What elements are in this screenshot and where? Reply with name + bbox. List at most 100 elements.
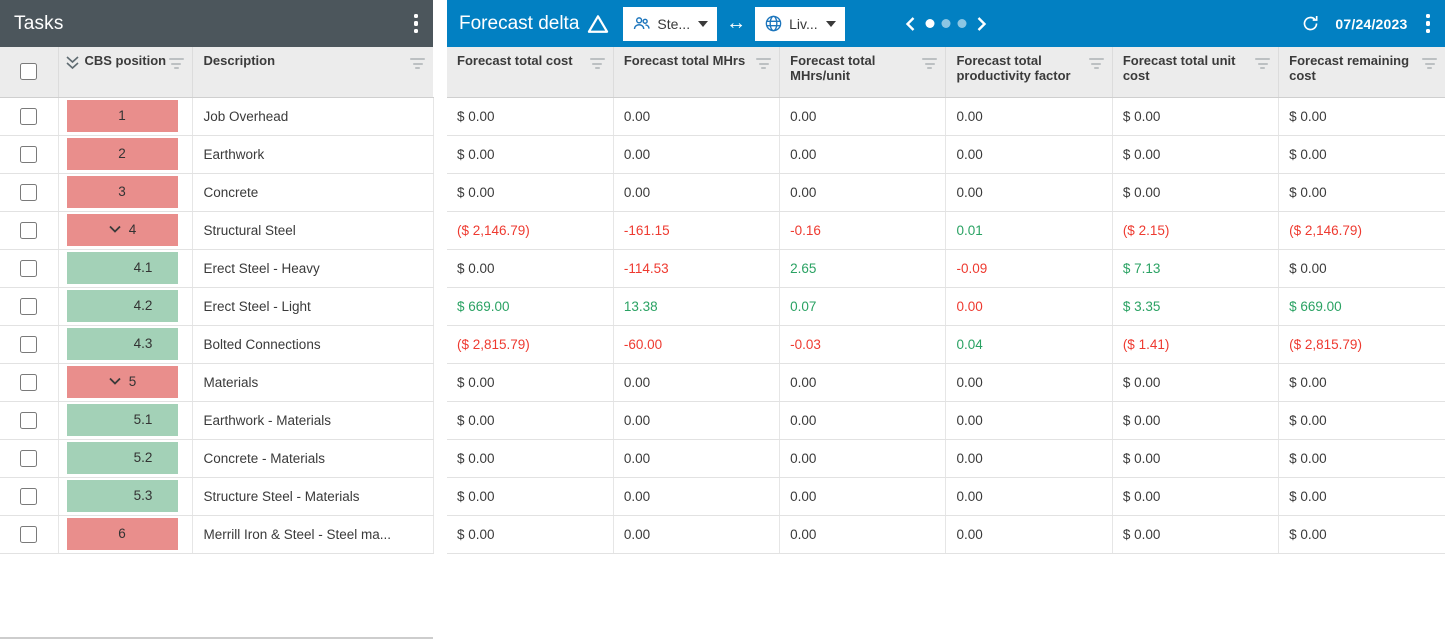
row-checkbox[interactable] xyxy=(20,335,38,353)
forecast-value-cell: -0.09 xyxy=(945,249,1113,288)
cbs-position-badge[interactable]: 4.3 xyxy=(66,327,178,360)
chevron-down-icon[interactable] xyxy=(108,377,122,386)
forecast-row[interactable]: $ 0.00 -114.53 2.65 -0.09 $ 7.13 $ 0.00 xyxy=(447,249,1445,288)
refresh-icon[interactable] xyxy=(1301,14,1320,33)
cbs-position-badge[interactable]: 4.2 xyxy=(66,289,178,322)
task-row[interactable]: 6 Merrill Iron & Steel - Steel ma... xyxy=(0,515,434,554)
task-row[interactable]: 1 Job Overhead xyxy=(0,97,434,136)
collapse-all-icon[interactable] xyxy=(65,55,80,72)
column-filter-icon[interactable] xyxy=(1255,58,1271,69)
tasks-header-row: CBS position Description xyxy=(0,47,433,98)
column-filter-icon[interactable] xyxy=(589,58,605,69)
cbs-position-badge[interactable]: 5.1 xyxy=(66,403,178,436)
tasks-kebab-menu-icon[interactable] xyxy=(411,12,422,36)
forecast-row[interactable]: $ 0.00 0.00 0.00 0.00 $ 0.00 $ 0.00 xyxy=(447,173,1445,212)
forecast-value-cell: 0.00 xyxy=(613,477,781,516)
forecast-column-header[interactable]: Forecast total unit cost xyxy=(1112,47,1280,98)
task-row[interactable]: 4.3 Bolted Connections xyxy=(0,325,434,364)
row-checkbox[interactable] xyxy=(20,373,38,391)
row-checkbox[interactable] xyxy=(20,297,38,315)
select-all-checkbox[interactable] xyxy=(20,63,38,81)
cbs-position-badge[interactable]: 3 xyxy=(66,175,178,208)
forecast-row[interactable]: ($ 2,815.79) -60.00 -0.03 0.04 ($ 1.41) ($ 2,… xyxy=(447,325,1445,364)
forecast-row[interactable]: $ 0.00 0.00 0.00 0.00 $ 0.00 $ 0.00 xyxy=(447,401,1445,440)
task-row[interactable]: 5.3 Structure Steel - Materials xyxy=(0,477,434,516)
task-row[interactable]: 2 Earthwork xyxy=(0,135,434,174)
pager-dot[interactable] xyxy=(957,19,967,28)
forecast-delta-panel: Forecast delta Ste... ↔ Liv... 07/24/202… xyxy=(447,0,1445,644)
description-filter-icon[interactable] xyxy=(410,58,425,69)
cbs-position-badge[interactable]: 6 xyxy=(66,517,178,550)
baseline-snapshot-dropdown[interactable]: Ste... xyxy=(623,6,718,41)
cbs-position-value: 5.2 xyxy=(133,450,153,465)
column-filter-icon[interactable] xyxy=(922,58,938,69)
forecast-value-cell: $ 0.00 xyxy=(1112,97,1280,136)
task-row[interactable]: 5.2 Concrete - Materials xyxy=(0,439,434,478)
row-select-cell xyxy=(0,477,59,516)
row-checkbox[interactable] xyxy=(20,411,38,429)
forecast-value-cell: 0.04 xyxy=(945,325,1113,364)
task-row[interactable]: 3 Concrete xyxy=(0,173,434,212)
description-header[interactable]: Description xyxy=(192,47,433,98)
column-filter-icon[interactable] xyxy=(756,58,772,69)
forecast-row[interactable]: $ 0.00 0.00 0.00 0.00 $ 0.00 $ 0.00 xyxy=(447,97,1445,136)
cbs-filter-icon[interactable] xyxy=(168,58,184,69)
select-all-cell xyxy=(0,47,59,98)
compare-snapshot-dropdown[interactable]: Liv... xyxy=(755,6,845,41)
forecast-value-cell: $ 0.00 xyxy=(1112,439,1280,478)
forecast-row[interactable]: $ 0.00 0.00 0.00 0.00 $ 0.00 $ 0.00 xyxy=(447,515,1445,554)
compare-snapshot-label: Liv... xyxy=(789,15,818,32)
forecast-value-cell: -161.15 xyxy=(613,211,781,250)
forecast-row[interactable]: $ 0.00 0.00 0.00 0.00 $ 0.00 $ 0.00 xyxy=(447,363,1445,402)
task-row[interactable]: 4.1 Erect Steel - Heavy xyxy=(0,249,434,288)
pager-prev-icon[interactable] xyxy=(905,16,916,32)
forecast-row[interactable]: $ 0.00 0.00 0.00 0.00 $ 0.00 $ 0.00 xyxy=(447,439,1445,478)
forecast-column-header[interactable]: Forecast total productivity factor xyxy=(945,47,1113,98)
row-checkbox[interactable] xyxy=(20,487,38,505)
forecast-column-header[interactable]: Forecast total MHrs xyxy=(613,47,781,98)
forecast-value-cell: 0.00 xyxy=(613,173,781,212)
forecast-column-header[interactable]: Forecast remaining cost xyxy=(1278,47,1445,98)
forecast-value-cell: $ 0.00 xyxy=(1112,515,1280,554)
forecast-column-header[interactable]: Forecast total MHrs/unit xyxy=(779,47,947,98)
row-select-cell xyxy=(0,363,59,402)
column-filter-icon[interactable] xyxy=(1422,58,1437,69)
column-filter-icon[interactable] xyxy=(1088,58,1104,69)
cbs-position-cell: 2 xyxy=(58,135,193,174)
forecast-row[interactable]: $ 669.00 13.38 0.07 0.00 $ 3.35 $ 669.00 xyxy=(447,287,1445,326)
row-checkbox[interactable] xyxy=(20,525,38,543)
forecast-value-cell: $ 669.00 xyxy=(1278,287,1445,326)
task-row[interactable]: 4 Structural Steel xyxy=(0,211,434,250)
row-checkbox[interactable] xyxy=(20,145,38,163)
task-description-cell: Structural Steel xyxy=(192,211,434,250)
pager-dot[interactable] xyxy=(941,19,951,28)
forecast-row[interactable]: ($ 2,146.79) -161.15 -0.16 0.01 ($ 2.15) ($ 2… xyxy=(447,211,1445,250)
cbs-position-header[interactable]: CBS position xyxy=(58,47,193,98)
forecast-value-cell: 0.00 xyxy=(779,477,947,516)
horizontal-scrollbar-track[interactable] xyxy=(0,637,433,639)
cbs-position-badge[interactable]: 5.3 xyxy=(66,479,178,512)
pager-dot[interactable] xyxy=(925,19,935,28)
row-checkbox[interactable] xyxy=(20,221,38,239)
cbs-position-badge[interactable]: 1 xyxy=(66,99,178,132)
cbs-position-badge[interactable]: 4.1 xyxy=(66,251,178,284)
cbs-position-badge[interactable]: 4 xyxy=(66,213,178,246)
row-checkbox[interactable] xyxy=(20,259,38,277)
row-checkbox[interactable] xyxy=(20,183,38,201)
forecast-delta-title: Forecast delta xyxy=(459,12,580,34)
cbs-position-badge[interactable]: 2 xyxy=(66,137,178,170)
row-checkbox[interactable] xyxy=(20,449,38,467)
forecast-row[interactable]: $ 0.00 0.00 0.00 0.00 $ 0.00 $ 0.00 xyxy=(447,477,1445,516)
row-checkbox[interactable] xyxy=(20,107,38,125)
task-row[interactable]: 4.2 Erect Steel - Light xyxy=(0,287,434,326)
task-row[interactable]: 5 Materials xyxy=(0,363,434,402)
cbs-position-badge[interactable]: 5.2 xyxy=(66,441,178,474)
cbs-position-value: 4 xyxy=(128,222,137,237)
chevron-down-icon[interactable] xyxy=(108,225,122,234)
forecast-row[interactable]: $ 0.00 0.00 0.00 0.00 $ 0.00 $ 0.00 xyxy=(447,135,1445,174)
pager-next-icon[interactable] xyxy=(977,16,988,32)
task-row[interactable]: 5.1 Earthwork - Materials xyxy=(0,401,434,440)
cbs-position-badge[interactable]: 5 xyxy=(66,365,178,398)
forecast-column-header[interactable]: Forecast total cost xyxy=(447,47,614,98)
forecast-kebab-menu-icon[interactable] xyxy=(1423,12,1434,36)
